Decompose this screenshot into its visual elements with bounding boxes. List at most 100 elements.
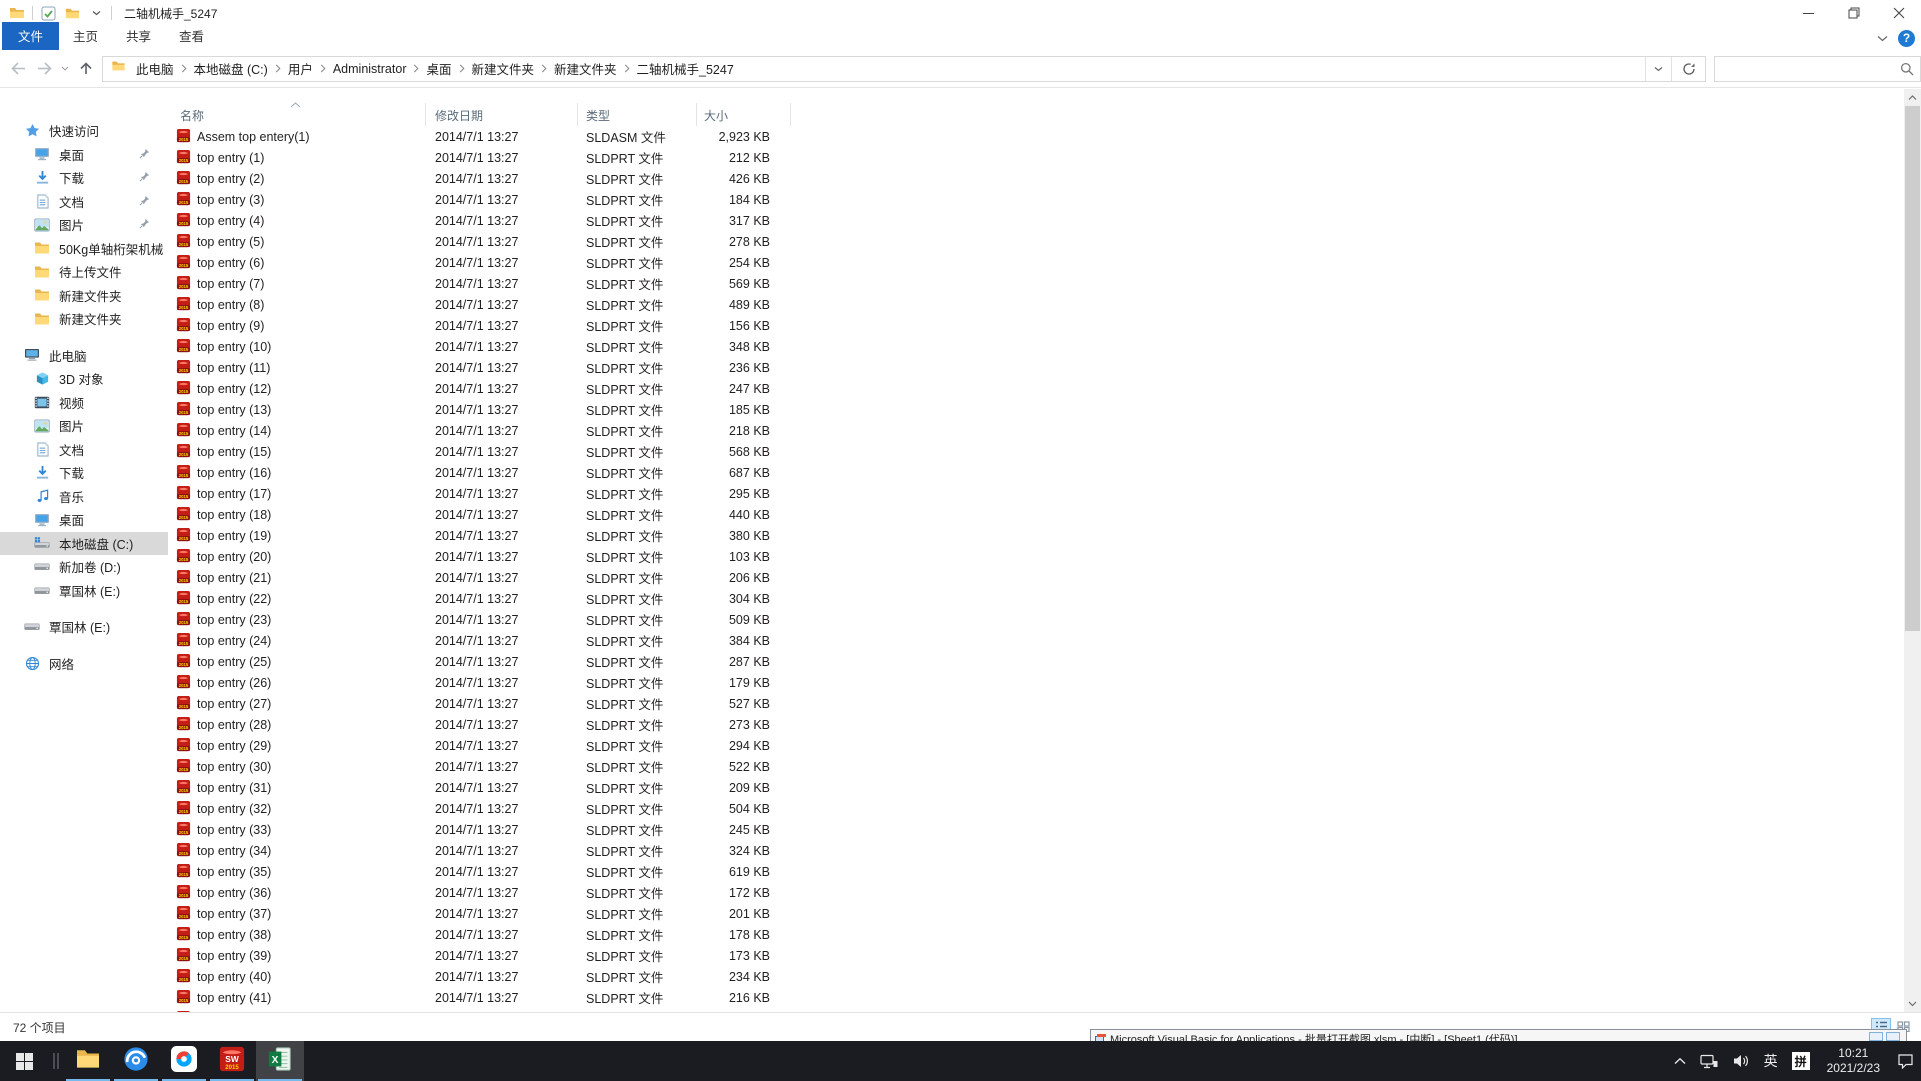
file-row-37[interactable]: 2015top entry (37) 2014/7/1 13:27 SLDPRT… <box>168 903 1904 924</box>
address-dropdown-button[interactable] <box>1645 57 1671 81</box>
taskbar-file-explorer-button[interactable] <box>64 1041 112 1081</box>
up-button[interactable] <box>74 57 98 81</box>
file-row-3[interactable]: 2015top entry (3) 2014/7/1 13:27 SLDPRT … <box>168 189 1904 210</box>
file-row-7[interactable]: 2015top entry (7) 2014/7/1 13:27 SLDPRT … <box>168 273 1904 294</box>
sidebar-item-0-4[interactable]: 50Kg单轴桁架机械 <box>0 237 168 261</box>
file-row-22[interactable]: 2015top entry (22) 2014/7/1 13:27 SLDPRT… <box>168 588 1904 609</box>
sidebar-item-0-7[interactable]: 新建文件夹 <box>0 307 168 331</box>
file-row-36[interactable]: 2015top entry (36) 2014/7/1 13:27 SLDPRT… <box>168 882 1904 903</box>
search-input[interactable] <box>1715 57 1920 81</box>
breadcrumb-chevron-icon[interactable] <box>274 64 282 73</box>
file-row-26[interactable]: 2015top entry (26) 2014/7/1 13:27 SLDPRT… <box>168 672 1904 693</box>
scroll-down-icon[interactable] <box>1904 995 1921 1012</box>
ribbon-tab-2[interactable]: 共享 <box>112 22 165 50</box>
start-button[interactable] <box>0 1041 48 1081</box>
file-row-30[interactable]: 2015top entry (30) 2014/7/1 13:27 SLDPRT… <box>168 756 1904 777</box>
sidebar-item-0-0[interactable]: 桌面 <box>0 143 168 167</box>
sidebar-group-0[interactable]: 快速访问 <box>0 119 168 143</box>
taskbar-baidu-netdisk-button[interactable] <box>160 1041 208 1081</box>
new-folder-button[interactable] <box>63 4 81 22</box>
help-button[interactable]: ? <box>1898 30 1915 47</box>
column-divider[interactable] <box>790 103 791 126</box>
close-button[interactable] <box>1876 0 1921 26</box>
file-row-27[interactable]: 2015top entry (27) 2014/7/1 13:27 SLDPRT… <box>168 693 1904 714</box>
column-header-1[interactable]: 修改日期 <box>435 107 483 124</box>
file-row-39[interactable]: 2015top entry (39) 2014/7/1 13:27 SLDPRT… <box>168 945 1904 966</box>
taskbar-qq-browser-button[interactable] <box>112 1041 160 1081</box>
tray-expand-icon[interactable] <box>1667 1041 1693 1081</box>
sidebar-group-2[interactable]: 覃国林 (E:) <box>0 615 168 639</box>
breadcrumb-segment-6[interactable]: 新建文件夹 <box>548 59 623 78</box>
column-header-2[interactable]: 类型 <box>586 107 610 124</box>
breadcrumb-chevron-icon[interactable] <box>412 64 420 73</box>
breadcrumb-chevron-icon[interactable] <box>540 64 548 73</box>
file-row-24[interactable]: 2015top entry (24) 2014/7/1 13:27 SLDPRT… <box>168 630 1904 651</box>
file-row-23[interactable]: 2015top entry (23) 2014/7/1 13:27 SLDPRT… <box>168 609 1904 630</box>
sidebar-group-3[interactable]: 网络 <box>0 652 168 676</box>
sidebar-group-1[interactable]: 此电脑 <box>0 344 168 368</box>
taskbar-solidworks-button[interactable]: SW2015 <box>208 1041 256 1081</box>
breadcrumb-segment-5[interactable]: 新建文件夹 <box>466 59 541 78</box>
file-row-19[interactable]: 2015top entry (19) 2014/7/1 13:27 SLDPRT… <box>168 525 1904 546</box>
breadcrumb-segment-2[interactable]: 用户 <box>282 59 319 78</box>
file-row-34[interactable]: 2015top entry (34) 2014/7/1 13:27 SLDPRT… <box>168 840 1904 861</box>
taskbar-clock[interactable]: 10:21 2021/2/23 <box>1817 1046 1890 1076</box>
file-row-28[interactable]: 2015top entry (28) 2014/7/1 13:27 SLDPRT… <box>168 714 1904 735</box>
back-button[interactable] <box>6 57 30 81</box>
file-row-12[interactable]: 2015top entry (12) 2014/7/1 13:27 SLDPRT… <box>168 378 1904 399</box>
file-row-11[interactable]: 2015top entry (11) 2014/7/1 13:27 SLDPRT… <box>168 357 1904 378</box>
breadcrumb-segment-4[interactable]: 桌面 <box>420 59 457 78</box>
customize-qat-dropdown[interactable] <box>87 4 105 22</box>
ime-language-button[interactable]: 英 <box>1757 1041 1785 1081</box>
expand-ribbon-icon[interactable] <box>1877 29 1888 47</box>
ribbon-tab-1[interactable]: 主页 <box>59 22 112 50</box>
forward-button[interactable] <box>32 57 56 81</box>
refresh-button[interactable] <box>1671 57 1705 81</box>
file-row-4[interactable]: 2015top entry (4) 2014/7/1 13:27 SLDPRT … <box>168 210 1904 231</box>
file-row-14[interactable]: 2015top entry (14) 2014/7/1 13:27 SLDPRT… <box>168 420 1904 441</box>
sidebar-item-1-4[interactable]: 下载 <box>0 461 168 485</box>
sidebar-item-0-1[interactable]: 下载 <box>0 166 168 190</box>
file-row-29[interactable]: 2015top entry (29) 2014/7/1 13:27 SLDPRT… <box>168 735 1904 756</box>
breadcrumb-segment-0[interactable]: 此电脑 <box>130 59 180 78</box>
file-row-31[interactable]: 2015top entry (31) 2014/7/1 13:27 SLDPRT… <box>168 777 1904 798</box>
file-row-15[interactable]: 2015top entry (15) 2014/7/1 13:27 SLDPRT… <box>168 441 1904 462</box>
search-icon[interactable] <box>1900 62 1914 81</box>
sidebar-item-1-1[interactable]: 视频 <box>0 391 168 415</box>
file-row-21[interactable]: 2015top entry (21) 2014/7/1 13:27 SLDPRT… <box>168 567 1904 588</box>
sidebar-item-1-8[interactable]: 新加卷 (D:) <box>0 555 168 579</box>
vertical-scrollbar[interactable] <box>1904 89 1921 1012</box>
sidebar-item-1-3[interactable]: 文档 <box>0 438 168 462</box>
file-row-18[interactable]: 2015top entry (18) 2014/7/1 13:27 SLDPRT… <box>168 504 1904 525</box>
file-row-9[interactable]: 2015top entry (9) 2014/7/1 13:27 SLDPRT … <box>168 315 1904 336</box>
properties-button[interactable] <box>39 4 57 22</box>
file-row-38[interactable]: 2015top entry (38) 2014/7/1 13:27 SLDPRT… <box>168 924 1904 945</box>
breadcrumb-segment-3[interactable]: Administrator <box>327 62 413 76</box>
sidebar-item-1-5[interactable]: 音乐 <box>0 485 168 509</box>
file-row-25[interactable]: 2015top entry (25) 2014/7/1 13:27 SLDPRT… <box>168 651 1904 672</box>
file-row-16[interactable]: 2015top entry (16) 2014/7/1 13:27 SLDPRT… <box>168 462 1904 483</box>
file-row-5[interactable]: 2015top entry (5) 2014/7/1 13:27 SLDPRT … <box>168 231 1904 252</box>
scroll-up-icon[interactable] <box>1904 89 1921 106</box>
ime-mode-badge[interactable]: 拼 <box>1785 1041 1817 1081</box>
sidebar-item-0-2[interactable]: 文档 <box>0 190 168 214</box>
column-divider[interactable] <box>425 103 426 126</box>
recent-locations-dropdown[interactable] <box>58 57 72 81</box>
sidebar-item-0-3[interactable]: 图片 <box>0 213 168 237</box>
scrollbar-thumb[interactable] <box>1905 106 1920 631</box>
file-row-2[interactable]: 2015top entry (2) 2014/7/1 13:27 SLDPRT … <box>168 168 1904 189</box>
file-row-20[interactable]: 2015top entry (20) 2014/7/1 13:27 SLDPRT… <box>168 546 1904 567</box>
taskbar-excel-button[interactable]: X <box>256 1041 304 1081</box>
sidebar-item-1-9[interactable]: 覃国林 (E:) <box>0 579 168 603</box>
sidebar-item-1-2[interactable]: 图片 <box>0 414 168 438</box>
file-row-35[interactable]: 2015top entry (35) 2014/7/1 13:27 SLDPRT… <box>168 861 1904 882</box>
breadcrumb-segment-1[interactable]: 本地磁盘 (C:) <box>188 59 274 78</box>
column-divider[interactable] <box>577 103 578 126</box>
ribbon-tab-3[interactable]: 查看 <box>165 22 218 50</box>
breadcrumb-chevron-icon[interactable] <box>623 64 631 73</box>
ribbon-tab-0[interactable]: 文件 <box>2 22 59 50</box>
file-row-17[interactable]: 2015top entry (17) 2014/7/1 13:27 SLDPRT… <box>168 483 1904 504</box>
sidebar-item-1-0[interactable]: 3D 对象 <box>0 367 168 391</box>
vba-window-strip[interactable]: Microsoft Visual Basic for Applications … <box>1090 1029 1907 1041</box>
file-row-13[interactable]: 2015top entry (13) 2014/7/1 13:27 SLDPRT… <box>168 399 1904 420</box>
